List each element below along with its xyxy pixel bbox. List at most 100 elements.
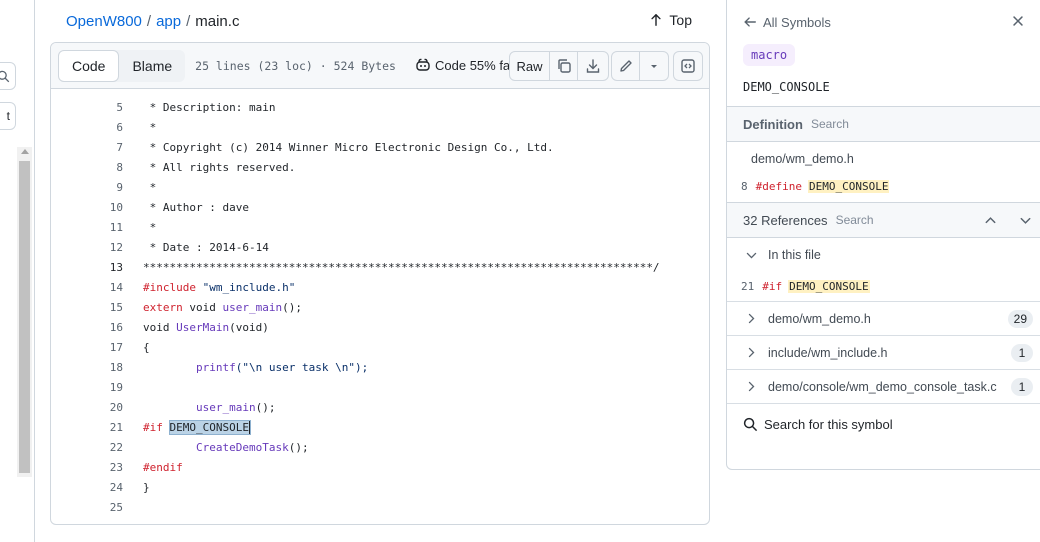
code-line: 20 user_main(); xyxy=(51,397,709,417)
search-button[interactable] xyxy=(0,62,16,90)
line-number[interactable]: 10 xyxy=(51,201,123,214)
line-number[interactable]: 9 xyxy=(51,181,123,194)
preprocessor-keyword: #endif xyxy=(143,460,183,474)
chevron-down-icon[interactable] xyxy=(1018,213,1033,228)
file-tree-scrollbar[interactable] xyxy=(17,147,32,477)
code-token: (); xyxy=(288,440,309,454)
line-number[interactable]: 13 xyxy=(51,261,123,274)
line-number[interactable]: 21 xyxy=(51,421,123,434)
top-button[interactable]: Top xyxy=(649,12,692,28)
selected-symbol-demo-console[interactable]: DEMO_CONSOLE xyxy=(168,419,251,435)
line-number[interactable]: 18 xyxy=(51,361,123,374)
symbol-user-main[interactable]: user_main xyxy=(196,401,256,414)
tab-code[interactable]: Code xyxy=(58,49,120,82)
breadcrumb-repo[interactable]: OpenW800 xyxy=(66,13,142,30)
line-number[interactable]: 7 xyxy=(51,141,123,154)
edit-dropdown-button[interactable] xyxy=(640,52,668,80)
symbol-name: DEMO_CONSOLE xyxy=(743,80,830,94)
code-line: 7 * Copyright (c) 2014 Winner Micro Elec… xyxy=(51,137,709,157)
line-number[interactable]: 6 xyxy=(51,121,123,134)
edge-text-button[interactable]: t xyxy=(0,102,16,130)
reference-group[interactable]: demo/wm_demo.h 29 xyxy=(727,302,1040,336)
line-number[interactable]: 22 xyxy=(51,441,123,454)
tab-blame[interactable]: Blame xyxy=(119,50,185,82)
line-number[interactable]: 14 xyxy=(51,281,123,294)
references-title: 32 References xyxy=(743,212,828,228)
all-symbols-label: All Symbols xyxy=(763,14,831,30)
code-line: 23 #endif xyxy=(51,457,709,477)
copy-icon xyxy=(557,59,571,73)
line-number[interactable]: 5 xyxy=(51,101,123,114)
code-line: 6 * xyxy=(51,117,709,137)
symbol-createdemotask[interactable]: CreateDemoTask xyxy=(196,441,289,454)
definition-search[interactable]: Search xyxy=(811,117,849,131)
line-content: { xyxy=(143,340,150,354)
chevron-right-icon xyxy=(748,313,755,324)
code-body[interactable]: 5 * Description: main 6 * 7 * Copyright … xyxy=(51,89,709,517)
pencil-icon xyxy=(619,60,632,72)
edit-button[interactable] xyxy=(612,52,640,80)
line-number[interactable]: 19 xyxy=(51,381,123,394)
code-viewer: Code Blame 25 lines (23 loc) · 524 Bytes… xyxy=(50,42,710,525)
raw-button[interactable]: Raw xyxy=(510,52,550,80)
reference-group-file: demo/wm_demo.h xyxy=(768,311,871,326)
line-number[interactable]: 17 xyxy=(51,341,123,354)
reference-group[interactable]: demo/console/wm_demo_console_task.c 1 xyxy=(727,370,1040,404)
breadcrumb-folder[interactable]: app xyxy=(156,13,181,30)
scroll-up-icon[interactable] xyxy=(21,149,29,154)
chevron-right-icon xyxy=(748,347,755,358)
copilot-promo[interactable]: Code 55% faster with GitHub Copilot xyxy=(415,57,511,73)
line-number[interactable]: 16 xyxy=(51,321,123,334)
reference-count-badge: 1 xyxy=(1011,378,1033,396)
line-number[interactable]: 12 xyxy=(51,241,123,254)
line-content: * Author : dave xyxy=(143,200,249,214)
symbol-user-main[interactable]: user_main xyxy=(223,301,283,314)
line-content: ****************************************… xyxy=(143,260,660,274)
definition-line[interactable]: 8 #define DEMO_CONSOLE xyxy=(727,170,1040,202)
search-for-symbol-button[interactable]: Search for this symbol xyxy=(727,404,1040,444)
code-line: 18 printf("\n user task \n"); xyxy=(51,357,709,377)
reference-group-file: include/wm_include.h xyxy=(768,345,888,360)
line-number[interactable]: 23 xyxy=(51,461,123,474)
references-header: 32 References Search xyxy=(727,202,1040,238)
reference-count-badge: 1 xyxy=(1011,344,1033,362)
definition-keyword: #define xyxy=(755,179,802,193)
code-line: 14 #include "wm_include.h" xyxy=(51,277,709,297)
all-symbols-link[interactable]: All Symbols xyxy=(743,15,831,30)
scrollbar-thumb[interactable] xyxy=(19,161,30,473)
line-number[interactable]: 8 xyxy=(51,161,123,174)
line-number[interactable]: 24 xyxy=(51,481,123,494)
download-button[interactable] xyxy=(578,52,608,80)
file-actions: Raw xyxy=(509,51,609,81)
line-number[interactable]: 20 xyxy=(51,401,123,414)
copilot-icon xyxy=(416,58,430,71)
breadcrumb-file: main.c xyxy=(195,12,240,30)
close-icon[interactable] xyxy=(1011,14,1025,28)
code-line: 15 extern void user_main(); xyxy=(51,297,709,317)
preprocessor-keyword: #if xyxy=(143,420,170,434)
breadcrumb-separator: / xyxy=(186,12,191,30)
code-line: 16 void UserMain(void) xyxy=(51,317,709,337)
line-content: * xyxy=(143,220,157,234)
line-number[interactable]: 11 xyxy=(51,221,123,234)
string-literal: "wm_include.h" xyxy=(202,280,296,294)
code-line: 11 * xyxy=(51,217,709,237)
reference-line[interactable]: 21 #if DEMO_CONSOLE xyxy=(727,272,1040,302)
references-search[interactable]: Search xyxy=(836,213,874,227)
copy-button[interactable] xyxy=(550,52,578,80)
line-number[interactable]: 15 xyxy=(51,301,123,314)
reference-line-number: 21 xyxy=(741,280,755,293)
line-number[interactable]: 25 xyxy=(51,501,123,514)
code-line: 12 * Date : 2014-6-14 xyxy=(51,237,709,257)
symbol-printf[interactable]: printf xyxy=(196,361,236,374)
reference-keyword: #if xyxy=(762,280,783,293)
in-this-file-group[interactable]: In this file xyxy=(727,238,1040,272)
symbols-panel-toggle[interactable] xyxy=(673,51,703,81)
definition-title: Definition xyxy=(743,116,803,132)
reference-group[interactable]: include/wm_include.h 1 xyxy=(727,336,1040,370)
symbol-usermain[interactable]: UserMain xyxy=(176,321,229,334)
chevron-down-icon xyxy=(746,252,757,258)
chevron-up-icon[interactable] xyxy=(983,213,998,228)
